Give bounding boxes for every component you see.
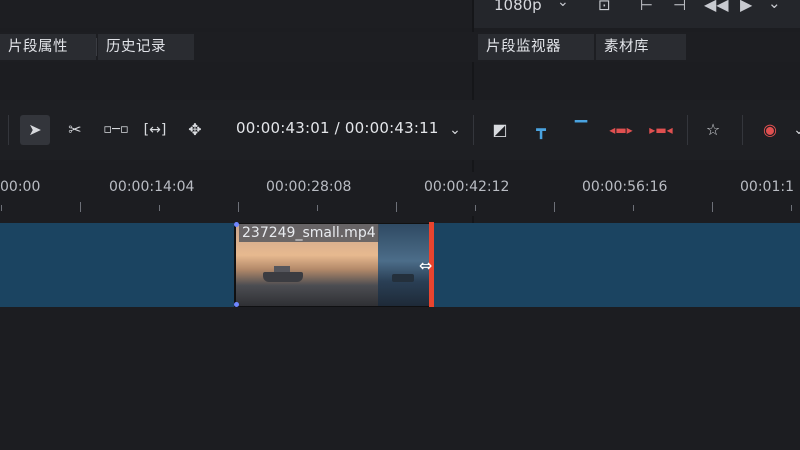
ruler-tick: [396, 202, 397, 212]
clip-name-label: 237249_small.mp4: [239, 224, 379, 242]
ruler-tick: [80, 202, 81, 212]
resolution-select[interactable]: 1080p: [494, 0, 542, 14]
select-tool-icon[interactable]: ➤: [20, 115, 50, 145]
record-icon[interactable]: ◉: [755, 115, 785, 145]
toolbar-separator: [8, 115, 9, 145]
rewind-icon[interactable]: ◀◀: [704, 0, 729, 14]
set-in-icon[interactable]: ⊢: [640, 0, 653, 14]
favorite-icon[interactable]: ☆: [698, 115, 728, 145]
ruler-label: 00:00:14:04: [109, 179, 195, 195]
ruler-tick: [159, 205, 160, 211]
ruler-label: 00:00:28:08: [266, 179, 352, 195]
empty-track-area[interactable]: [0, 307, 800, 450]
ruler-tick: [712, 202, 713, 212]
ruler-label: 00:00:56:16: [582, 179, 668, 195]
play-icon[interactable]: ▶: [740, 0, 752, 14]
chevron-down-icon[interactable]: ⌄: [440, 115, 470, 145]
extract-range-icon[interactable]: ▸▬◂: [646, 115, 676, 145]
tab-divider: [96, 38, 97, 56]
ruler-tick: [633, 205, 634, 211]
spacer-tool-icon[interactable]: ✥: [180, 115, 210, 145]
tab-clip-monitor[interactable]: 片段监视器: [478, 34, 594, 60]
chevron-down-icon[interactable]: ⌄: [768, 0, 781, 12]
slip-tool-icon[interactable]: [↔]: [140, 115, 170, 145]
ship-image: [263, 272, 303, 282]
resize-cursor-icon: ⇔: [419, 256, 433, 275]
clip-handle[interactable]: [234, 222, 239, 227]
toolbar-separator: [687, 115, 688, 145]
ruler-label: 00:00: [0, 179, 41, 195]
tab-clip-properties[interactable]: 片段属性: [0, 34, 96, 60]
ship-image: [392, 274, 414, 282]
toolbar-separator: [473, 115, 474, 145]
insert-icon[interactable]: ┳: [526, 115, 556, 145]
timeline-header-left: [0, 0, 472, 28]
extract-icon[interactable]: ◂▬▸: [606, 115, 636, 145]
toolbar-separator: [742, 115, 743, 145]
ruler-tick: [317, 205, 318, 211]
chevron-down-icon[interactable]: ⌄: [557, 0, 569, 10]
ruler-label: 00:00:42:12: [424, 179, 510, 195]
chevron-down-icon[interactable]: ⌄: [784, 115, 800, 145]
tab-library[interactable]: 素材库: [596, 34, 686, 60]
tab-history[interactable]: 历史记录: [98, 34, 194, 60]
lift-icon[interactable]: ▔: [566, 115, 596, 145]
set-out-icon[interactable]: ⊣: [673, 0, 686, 14]
timecode-display[interactable]: 00:00:43:01 / 00:00:43:11: [236, 119, 439, 137]
ruler-tick: [554, 202, 555, 212]
razor-tool-icon[interactable]: ✂: [60, 115, 90, 145]
overwrite-icon[interactable]: ◩: [485, 115, 515, 145]
ruler-tick: [475, 205, 476, 211]
ruler-tick: [791, 205, 792, 211]
ruler-label: 00:01:1: [740, 179, 794, 195]
ruler-tick: [238, 202, 239, 212]
ruler-tick: [1, 205, 2, 211]
export-frame-icon[interactable]: ⊡: [598, 0, 611, 14]
ripple-tool-icon[interactable]: ▫─▫: [101, 115, 131, 145]
